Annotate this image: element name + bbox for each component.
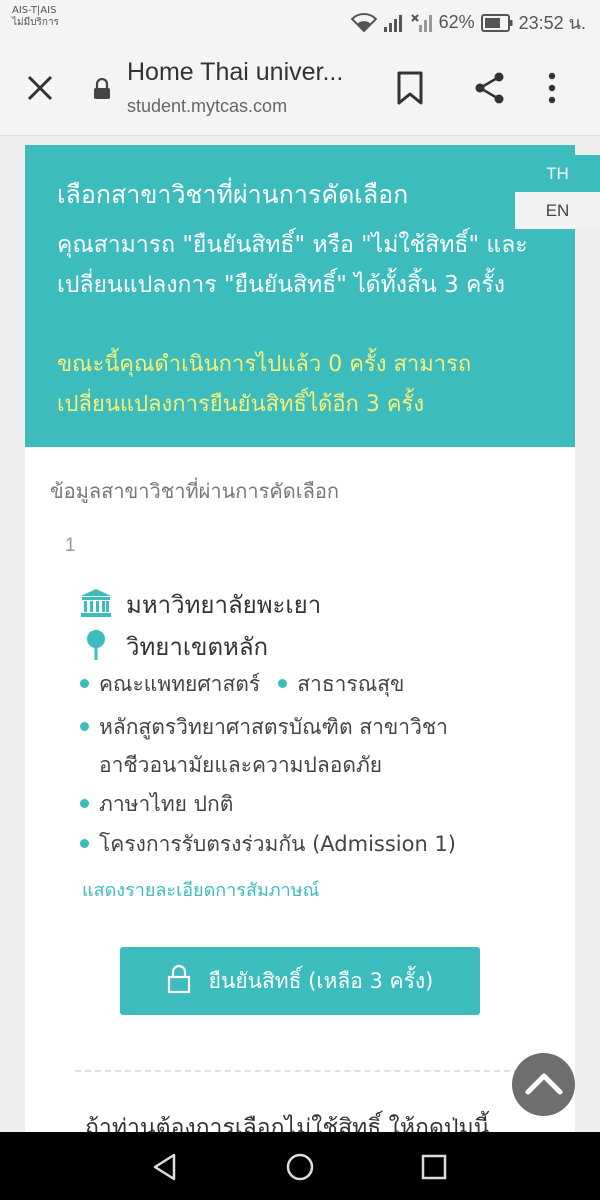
carrier-info: AIS-T|AIS ไม่มีบริการ <box>12 5 59 29</box>
selection-card: เลือกสาขาวิชาที่ผ่านการคัดเลือก คุณสามาร… <box>25 145 575 1132</box>
faculty-row: คณะแพทยศาสตร์ สาธารณสุข <box>80 665 404 703</box>
battery-percent: 62% <box>438 12 475 32</box>
more-vert-icon[interactable] <box>546 70 558 110</box>
banner-info: คุณสามารถ "ยืนยันสิทธิ์" หรือ "ไม่ใช้สิท… <box>57 232 528 298</box>
lock-icon <box>167 964 191 999</box>
program-language: ภาษาไทย ปกติ <box>99 792 234 816</box>
share-icon[interactable] <box>472 70 508 110</box>
university-name: มหาวิทยาลัยพะเยา <box>126 591 322 619</box>
home-icon[interactable] <box>285 1152 315 1186</box>
faculty-name: คณะแพทยศาสตร์ <box>99 672 261 696</box>
page-url[interactable]: student.mytcas.com <box>127 96 287 117</box>
project-name: โครงการรับตรงร่วมกัน (Admission 1) <box>99 832 456 856</box>
signal-x-icon <box>410 13 433 33</box>
reject-prompt: ถ้าท่านต้องการเลือกไม่ใช้สิทธิ์ ให้กดปุ่… <box>85 1115 490 1132</box>
page-title: Home Thai univer... <box>127 58 344 86</box>
campus-row: วิทยาเขตหลัก <box>80 627 268 666</box>
carrier-status: ไม่มีบริการ <box>12 17 59 28</box>
map-pin-icon <box>80 629 112 665</box>
close-icon[interactable] <box>22 70 58 106</box>
back-icon[interactable] <box>150 1152 180 1186</box>
lock-icon <box>92 77 112 104</box>
scroll-to-top-button[interactable] <box>512 1053 575 1116</box>
confirm-button[interactable]: ยืนยันสิทธิ์ (เหลือ 3 ครั้ง) <box>120 947 480 1015</box>
battery-icon <box>480 13 513 32</box>
divider <box>75 1070 550 1072</box>
wifi-icon <box>350 12 377 33</box>
university-icon <box>80 588 112 622</box>
info-banner: เลือกสาขาวิชาที่ผ่านการคัดเลือก คุณสามาร… <box>25 145 575 447</box>
program-line-2: อาชีวอนามัยและความปลอดภัย <box>99 753 383 777</box>
bullet-icon <box>80 678 89 688</box>
recent-apps-icon[interactable] <box>421 1154 447 1184</box>
status-bar: AIS-T|AIS ไม่มีบริการ 62% 23:52 น. <box>0 0 600 40</box>
browser-toolbar: Home Thai univer... student.mytcas.com <box>0 40 600 136</box>
language-switcher: TH EN <box>515 155 600 230</box>
language-row: ภาษาไทย ปกติ <box>80 785 233 823</box>
lang-th-button[interactable]: TH <box>515 155 600 192</box>
status-icons: 62% 23:52 น. <box>350 8 586 37</box>
bullet-icon <box>278 678 288 688</box>
confirm-button-label: ยืนยันสิทธิ์ (เหลือ 3 ครั้ง) <box>208 968 434 993</box>
program-line-1: หลักสูตรวิทยาศาสตรบัณฑิต สาขาวิชา <box>99 715 448 739</box>
banner-heading: เลือกสาขาวิชาที่ผ่านการคัดเลือก <box>57 180 409 209</box>
system-nav-bar <box>0 1132 600 1200</box>
signal-icon <box>383 13 405 33</box>
lang-en-button[interactable]: EN <box>515 192 600 229</box>
project-row: โครงการรับตรงร่วมกัน (Admission 1) <box>80 825 456 863</box>
university-row: มหาวิทยาลัยพะเยา <box>80 585 321 624</box>
bullet-icon <box>80 798 89 808</box>
field-name: สาธารณสุข <box>297 672 405 696</box>
interview-details-link[interactable]: แสดงรายละเอียดการสัมภาษณ์ <box>82 875 319 904</box>
banner-progress: ขณะนี้คุณดำเนินการไปแล้ว 0 ครั้ง สามารถเ… <box>57 352 472 417</box>
carrier-name: AIS-T|AIS <box>12 5 57 16</box>
bullet-icon <box>80 721 89 731</box>
program-row: หลักสูตรวิทยาศาสตรบัณฑิต สาขาวิชา อาชีวอ… <box>80 708 520 784</box>
bullet-icon <box>80 838 89 848</box>
clock: 23:52 น. <box>518 13 586 33</box>
chevron-up-icon <box>524 1068 564 1102</box>
campus-name: วิทยาเขตหลัก <box>126 633 269 661</box>
bookmark-icon[interactable] <box>394 70 426 110</box>
page-content: เลือกสาขาวิชาที่ผ่านการคัดเลือก คุณสามาร… <box>0 137 600 1132</box>
section-label: ข้อมูลสาขาวิชาที่ผ่านการคัดเลือก <box>50 479 339 503</box>
selection-number: 1 <box>65 535 76 556</box>
